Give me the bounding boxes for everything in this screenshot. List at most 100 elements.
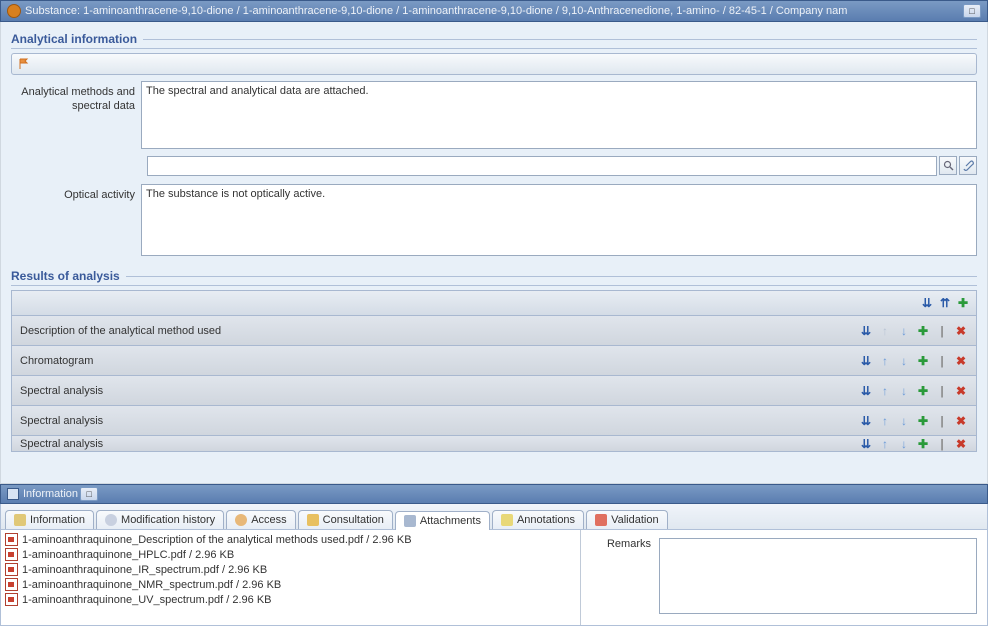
tab-label: Modification history (121, 514, 215, 526)
section-analytical-heading: Analytical information (11, 26, 977, 49)
move-up-icon[interactable]: ↑ (878, 437, 892, 451)
expand-icon[interactable]: ⇊ (859, 354, 873, 368)
tab-attachments[interactable]: Attachments (395, 511, 490, 530)
result-row: Chromatogram ⇊ ↑ ↓ ✚ | ✖ (11, 346, 977, 376)
note-icon (501, 514, 513, 526)
paperclip-icon (404, 515, 416, 527)
info-icon (14, 514, 26, 526)
result-label: Spectral analysis (20, 385, 859, 397)
attachment-text: 1-aminoanthraquinone_IR_spectrum.pdf / 2… (22, 564, 267, 576)
pdf-icon (5, 548, 18, 561)
info-panel-icon (7, 488, 19, 500)
result-label: Description of the analytical method use… (20, 325, 859, 337)
result-label: Chromatogram (20, 355, 859, 367)
delete-icon[interactable]: ✖ (954, 354, 968, 368)
add-icon[interactable]: ✚ (916, 414, 930, 428)
field-optical-activity: Optical activity (11, 184, 977, 259)
tab-consultation[interactable]: Consultation (298, 510, 393, 529)
move-up-icon[interactable]: ↑ (878, 324, 892, 338)
move-up-icon[interactable]: ↑ (878, 354, 892, 368)
analytical-heading-text: Analytical information (11, 32, 137, 46)
expand-all-icon[interactable]: ⇊ (920, 296, 934, 310)
attachment-text: 1-aminoanthraquinone_HPLC.pdf / 2.96 KB (22, 549, 234, 561)
tab-label: Validation (611, 514, 659, 526)
separator: | (935, 384, 949, 398)
field-analytical-methods: Analytical methods and spectral data (11, 81, 977, 152)
tab-validation[interactable]: Validation (586, 510, 668, 529)
pencil-icon (307, 514, 319, 526)
attachment-row[interactable]: 1-aminoanthraquinone_Description of the … (5, 532, 576, 547)
pdf-icon (5, 563, 18, 576)
tab-information[interactable]: Information (5, 510, 94, 529)
result-row: Spectral analysis ⇊ ↑ ↓ ✚ | ✖ (11, 406, 977, 436)
substance-icon (7, 4, 21, 18)
remarks-textarea[interactable] (659, 538, 977, 614)
move-down-icon[interactable]: ↓ (897, 437, 911, 451)
info-tabs: Information Modification history Access … (0, 504, 988, 530)
delete-icon[interactable]: ✖ (954, 384, 968, 398)
attachment-row[interactable]: 1-aminoanthraquinone_IR_spectrum.pdf / 2… (5, 562, 576, 577)
move-down-icon[interactable]: ↓ (897, 324, 911, 338)
tab-label: Access (251, 514, 286, 526)
tab-label: Attachments (420, 515, 481, 527)
attachments-body: 1-aminoanthraquinone_Description of the … (0, 530, 988, 626)
main-content: Analytical information Analytical method… (0, 22, 988, 484)
result-row: Description of the analytical method use… (11, 316, 977, 346)
collapse-all-icon[interactable]: ⇈ (938, 296, 952, 310)
expand-icon[interactable]: ⇊ (859, 384, 873, 398)
add-icon[interactable]: ✚ (916, 437, 930, 451)
info-maximize-button[interactable]: □ (80, 487, 98, 501)
methods-label: Analytical methods and spectral data (11, 81, 141, 152)
add-icon[interactable]: ✚ (916, 324, 930, 338)
info-panel-title: Information (23, 488, 78, 500)
add-icon[interactable]: ✚ (916, 354, 930, 368)
attachment-text: 1-aminoanthraquinone_Description of the … (22, 534, 412, 546)
add-row-icon[interactable]: ✚ (956, 296, 970, 310)
pdf-icon (5, 578, 18, 591)
attachment-row[interactable]: 1-aminoanthraquinone_UV_spectrum.pdf / 2… (5, 592, 576, 607)
maximize-button[interactable]: □ (963, 4, 981, 18)
tab-modification-history[interactable]: Modification history (96, 510, 224, 529)
lookup-input[interactable] (147, 156, 937, 176)
result-label: Spectral analysis (20, 415, 859, 427)
flag-icon[interactable] (18, 58, 30, 70)
results-heading-text: Results of analysis (11, 269, 120, 283)
methods-textarea[interactable] (141, 81, 977, 149)
optical-label: Optical activity (11, 184, 141, 259)
expand-icon[interactable]: ⇊ (859, 414, 873, 428)
result-row: Spectral analysis ⇊ ↑ ↓ ✚ | ✖ (11, 436, 977, 452)
info-panel-titlebar: Information □ (0, 484, 988, 504)
add-icon[interactable]: ✚ (916, 384, 930, 398)
result-row: Spectral analysis ⇊ ↑ ↓ ✚ | ✖ (11, 376, 977, 406)
user-icon (235, 514, 247, 526)
remarks-panel: Remarks (581, 530, 987, 625)
expand-icon[interactable]: ⇊ (859, 437, 873, 451)
window-titlebar: Substance: 1-aminoanthracene-9,10-dione … (0, 0, 988, 22)
move-up-icon[interactable]: ↑ (878, 384, 892, 398)
delete-icon[interactable]: ✖ (954, 414, 968, 428)
tab-access[interactable]: Access (226, 510, 295, 529)
attachment-text: 1-aminoanthraquinone_UV_spectrum.pdf / 2… (22, 594, 272, 606)
attach-icon[interactable] (959, 156, 977, 175)
move-down-icon[interactable]: ↓ (897, 384, 911, 398)
result-label: Spectral analysis (20, 438, 859, 450)
attachment-text: 1-aminoanthraquinone_NMR_spectrum.pdf / … (22, 579, 281, 591)
clock-icon (105, 514, 117, 526)
window-title: Substance: 1-aminoanthracene-9,10-dione … (25, 5, 847, 17)
attachment-row[interactable]: 1-aminoanthraquinone_NMR_spectrum.pdf / … (5, 577, 576, 592)
results-toolbar: ⇊ ⇈ ✚ (11, 290, 977, 316)
tab-annotations[interactable]: Annotations (492, 510, 584, 529)
move-up-icon[interactable]: ↑ (878, 414, 892, 428)
tab-label: Information (30, 514, 85, 526)
validate-icon (595, 514, 607, 526)
flag-toolbar (11, 53, 977, 75)
move-down-icon[interactable]: ↓ (897, 354, 911, 368)
attachment-row[interactable]: 1-aminoanthraquinone_HPLC.pdf / 2.96 KB (5, 547, 576, 562)
expand-icon[interactable]: ⇊ (859, 324, 873, 338)
move-down-icon[interactable]: ↓ (897, 414, 911, 428)
delete-icon[interactable]: ✖ (954, 437, 968, 451)
pdf-icon (5, 593, 18, 606)
search-icon[interactable] (939, 156, 957, 175)
optical-textarea[interactable] (141, 184, 977, 256)
delete-icon[interactable]: ✖ (954, 324, 968, 338)
